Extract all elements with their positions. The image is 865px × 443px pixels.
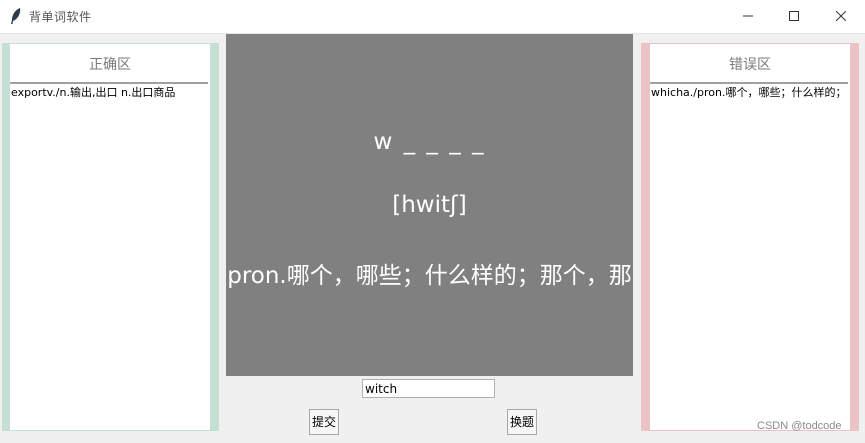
wrong-list[interactable]: whicha./pron.哪个，哪些；什么样的；: [651, 86, 851, 100]
wrong-panel: [650, 44, 850, 430]
window-title: 背单词软件: [29, 10, 92, 24]
phonetic: [hwitʃ]: [392, 192, 467, 218]
watermark: CSDN @todcode: [757, 420, 842, 432]
change-question-button[interactable]: 换题: [507, 409, 537, 435]
title-bar: 背单词软件: [0, 0, 865, 34]
wrong-panel-divider: [650, 82, 848, 84]
word-hint: w _ _ _ _: [373, 129, 486, 155]
maximize-button[interactable]: [771, 0, 817, 33]
close-button[interactable]: [818, 0, 864, 33]
correct-list[interactable]: exportv./n.输出,出口 n.出口商品: [11, 86, 211, 100]
list-item[interactable]: whicha./pron.哪个，哪些；什么样的；: [651, 86, 851, 100]
correct-panel-title: 正确区: [89, 57, 131, 73]
wrong-panel-title: 错误区: [729, 57, 771, 73]
correct-panel: [10, 44, 210, 430]
answer-input[interactable]: [362, 379, 495, 398]
correct-panel-divider: [10, 82, 208, 84]
maximize-icon: [789, 11, 799, 21]
feather-icon: [11, 8, 21, 24]
list-item[interactable]: exportv./n.输出,出口 n.出口商品: [11, 86, 211, 100]
definition: pron.哪个，哪些；什么样的；那个，那: [227, 263, 632, 289]
word-card: w _ _ _ _ [hwitʃ] pron.哪个，哪些；什么样的；那个，那: [226, 34, 633, 376]
minimize-icon: [743, 15, 753, 17]
close-icon: [836, 11, 846, 21]
submit-button[interactable]: 提交: [309, 409, 339, 435]
minimize-button[interactable]: [725, 0, 771, 33]
